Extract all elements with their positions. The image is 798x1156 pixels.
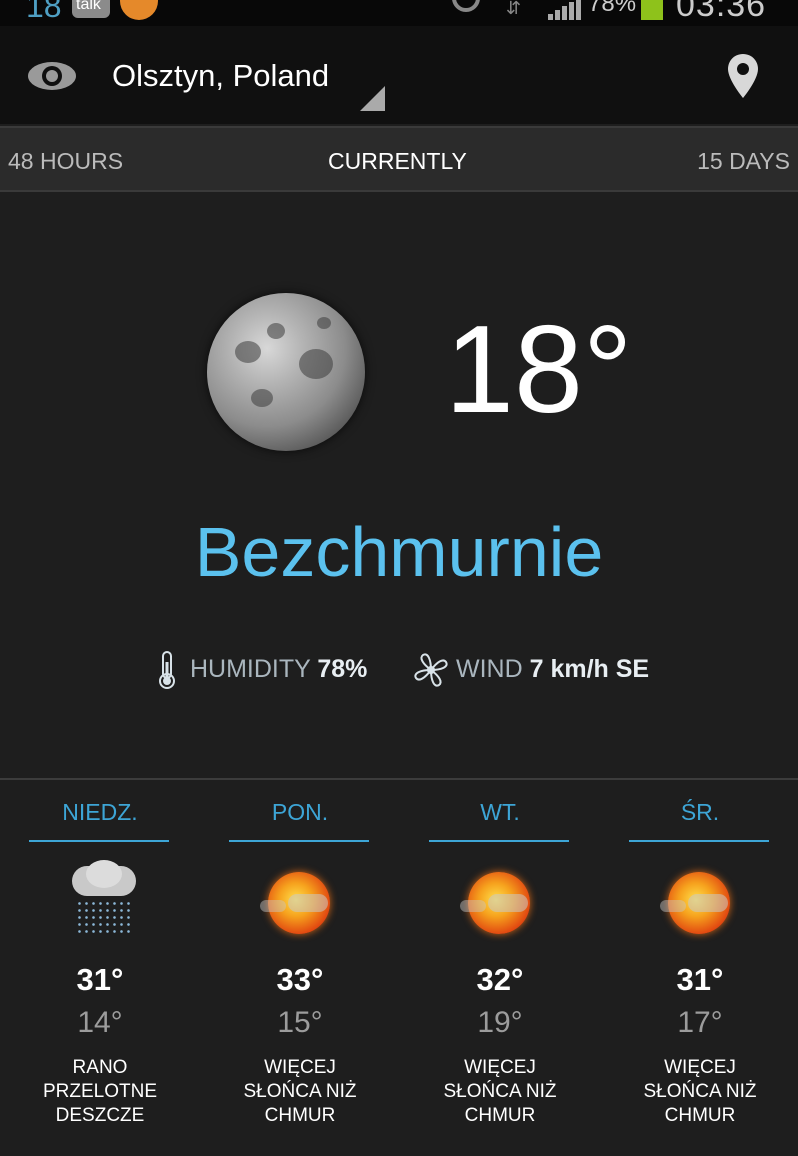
sun-cloud-icon: [658, 860, 742, 944]
dropdown-indicator-icon[interactable]: [360, 86, 385, 111]
sun-cloud-icon: [458, 860, 542, 944]
tab-bar: 48 HOURS CURRENTLY 15 DAYS: [0, 126, 798, 192]
forecast-day[interactable]: PON. 33° 15° WIĘCEJ SŁOŃCA NIŻ CHMUR: [200, 780, 400, 1156]
forecast-high: 31°: [676, 962, 724, 997]
tab-currently[interactable]: CURRENTLY: [328, 148, 467, 175]
forecast-description: RANO PRZELOTNE DESZCZE: [42, 1057, 158, 1126]
eye-icon[interactable]: [26, 58, 78, 94]
forecast-description: WIĘCEJ SŁOŃCA NIŻ CHMUR: [443, 1057, 557, 1126]
humidity-value: 78%: [317, 655, 368, 683]
current-conditions-panel: [0, 192, 798, 778]
talk-label: talk: [76, 0, 101, 13]
status-bar: 18 talk ⇵ 78% 03:36: [0, 0, 798, 26]
battery-icon: [641, 0, 663, 20]
app-notification-icon: [120, 0, 158, 20]
forecast-high: 32°: [476, 962, 524, 997]
forecast-low: 15°: [277, 1006, 323, 1039]
forecast-low: 14°: [77, 1006, 123, 1039]
forecast-day-name: PON.: [271, 799, 329, 825]
tab-48-hours[interactable]: 48 HOURS: [8, 148, 123, 175]
sync-icon: ⇵: [506, 0, 522, 18]
forecast-description: WIĘCEJ SŁOŃCA NIŻ CHMUR: [643, 1057, 757, 1126]
forecast-high: 31°: [76, 962, 124, 997]
wind-fan-icon: [414, 653, 448, 687]
current-temperature: 18°: [445, 301, 633, 439]
talk-notification-icon: talk: [72, 0, 110, 18]
forecast-day-name: WT.: [480, 799, 520, 825]
notification-number: 18: [26, 0, 62, 24]
day-underline: [29, 840, 169, 842]
forecast-low: 19°: [477, 1006, 523, 1039]
wind-label: WIND: [456, 655, 523, 683]
forecast-high: 33°: [276, 962, 324, 997]
location-selector[interactable]: Olsztyn, Poland: [112, 58, 329, 94]
rain-cloud-icon: [58, 860, 142, 944]
day-underline: [229, 840, 369, 842]
humidity-readout: HUMIDITY 78%: [190, 655, 367, 684]
forecast-day-name: NIEDZ.: [62, 799, 138, 825]
forecast-low: 17°: [677, 1006, 723, 1039]
alarm-icon: [452, 0, 480, 12]
forecast-day[interactable]: WT. 32° 19° WIĘCEJ SŁOŃCA NIŻ CHMUR: [400, 780, 600, 1156]
forecast-description: WIĘCEJ SŁOŃCA NIŻ CHMUR: [243, 1057, 357, 1126]
battery-percent: 78%: [588, 0, 637, 17]
day-underline: [429, 840, 569, 842]
thermometer-icon: [159, 651, 175, 689]
wind-value: 7 km/h SE: [529, 655, 650, 683]
tab-15-days[interactable]: 15 DAYS: [697, 148, 790, 175]
status-clock: 03:36: [676, 0, 767, 24]
humidity-label: HUMIDITY: [190, 655, 311, 683]
signal-icon: [548, 0, 582, 20]
location-pin-icon[interactable]: [726, 52, 760, 100]
forecast-day-name: ŚR.: [680, 799, 720, 825]
forecast-day[interactable]: ŚR. 31° 17° WIĘCEJ SŁOŃCA NIŻ CHMUR: [600, 780, 798, 1156]
wind-readout: WIND 7 km/h SE: [456, 655, 649, 684]
moon-icon: [207, 293, 365, 451]
condition-text: Bezchmurnie: [194, 513, 604, 591]
forecast-day[interactable]: NIEDZ. 31° 14° RANO PRZELOTNE DESZCZE: [0, 780, 200, 1156]
day-underline: [629, 840, 769, 842]
sun-cloud-icon: [258, 860, 342, 944]
